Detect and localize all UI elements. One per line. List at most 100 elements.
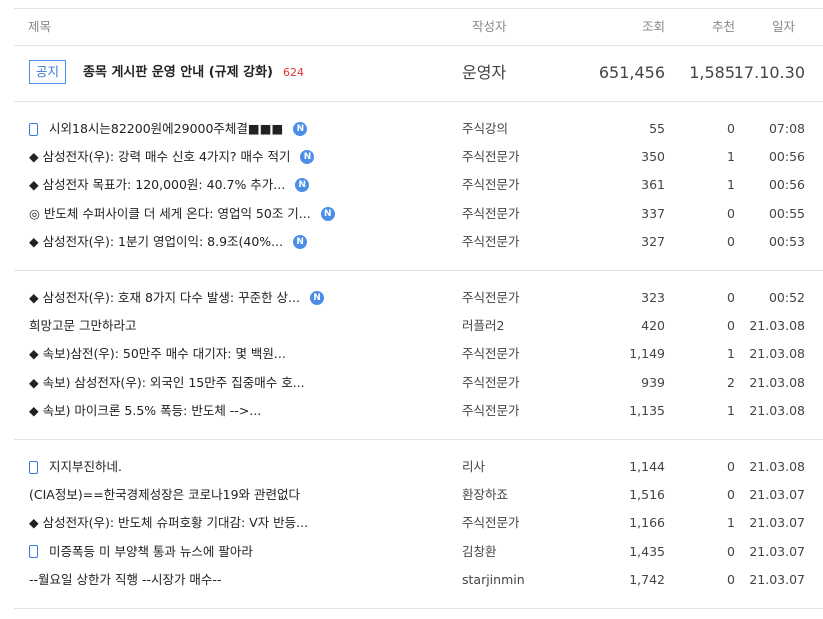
post-date: 00:55: [768, 205, 805, 221]
post-title: --월요일 상한가 직행 --시장가 매수--: [29, 571, 222, 587]
post-author[interactable]: 주식전문가: [462, 340, 520, 368]
post-recommend: 0: [727, 290, 735, 305]
post-date: 21.03.07: [749, 571, 805, 587]
post-recommend: 1: [727, 149, 735, 165]
post-author[interactable]: 주식전문가: [462, 509, 520, 537]
table-row[interactable]: --월요일 상한가 직행 --시장가 매수-- starjinmin 1,742 0 2…: [14, 566, 823, 594]
post-date: 21.03.08: [749, 346, 805, 362]
post-title-link[interactable]: (CIA정보)==한국경제성장은 코로나19와 관련없다: [29, 481, 300, 509]
post-title: ◆ 속보) 마이크론 5.5% 폭등: 반도체 -->...: [29, 402, 262, 418]
post-title-link[interactable]: ◆ 속보) 마이크론 5.5% 폭등: 반도체 -->...: [29, 397, 261, 425]
group-divider: [14, 270, 823, 271]
notice-row[interactable]: 공지 종목 게시판 운영 안내 (규제 강화) 624 운영자 651,456 1…: [14, 58, 823, 88]
table-row[interactable]: ◆ 삼성전자 목표가: 120,000원: 40.7% 추가... N 주식전문가 3…: [14, 171, 823, 199]
post-title-link[interactable]: ◆ 속보) 삼성전자(우): 외국인 15만주 집중매수 호...: [29, 369, 305, 397]
post-views: 1,135: [629, 402, 665, 418]
post-views: 1,166: [629, 515, 665, 531]
post-date: 07:08: [768, 121, 805, 136]
post-date: 21.03.08: [749, 459, 805, 474]
post-title-link[interactable]: --월요일 상한가 직행 --시장가 매수--: [29, 566, 221, 594]
table-row[interactable]: ◆ 속보)삼전(우): 50만주 매수 대기자: 몇 백원... 주식전문가 1,1…: [14, 340, 823, 368]
post-title-link[interactable]: ◆ 삼성전자(우): 강력 매수 신호 4가지? 매수 적기 N: [29, 143, 315, 171]
post-author[interactable]: 주식전문가: [462, 200, 520, 228]
post-author[interactable]: 환장하죠: [462, 481, 508, 509]
notice-views: 651,456: [598, 63, 665, 82]
notice-author[interactable]: 운영자: [462, 58, 506, 88]
post-title: ◆ 삼성전자(우): 강력 매수 신호 4가지? 매수 적기: [29, 149, 291, 165]
post-title-link[interactable]: 희망고문 그만하라고: [29, 312, 136, 340]
post-title-link[interactable]: ◎ 반도체 수퍼사이클 더 세게 온다: 영업익 50조 기... N: [29, 200, 335, 228]
post-author[interactable]: starjinmin: [462, 566, 525, 594]
post-title: ◆ 삼성전자(우): 호재 8가지 다수 발생: 꾸준한 상...: [29, 290, 300, 305]
post-title: ◎ 반도체 수퍼사이클 더 세게 온다: 영업익 50조 기...: [29, 205, 311, 221]
post-author[interactable]: 주식전문가: [462, 284, 520, 312]
post-views: 55: [649, 121, 665, 136]
table-row[interactable]: ◎ 반도체 수퍼사이클 더 세게 온다: 영업익 50조 기... N 주식전문가 3…: [14, 200, 823, 228]
post-author[interactable]: 리사: [462, 453, 485, 481]
post-title: ◆ 속보) 삼성전자(우): 외국인 15만주 집중매수 호...: [29, 374, 305, 390]
post-title: 지지부진하네.: [49, 459, 122, 474]
post-recommend: 1: [727, 346, 735, 362]
new-badge-icon: N: [309, 291, 324, 305]
table-row[interactable]: (CIA정보)==한국경제성장은 코로나19와 관련없다 환장하죠 1,516 0 21…: [14, 481, 823, 509]
notice-badge: 공지: [29, 60, 67, 84]
post-title-link[interactable]: ◆ 삼성전자(우): 1분기 영업이익: 8.9조(40%... N: [29, 228, 308, 256]
post-recommend: 0: [727, 543, 735, 559]
notice-title-link[interactable]: 종목 게시판 운영 안내 (규제 강화) 624: [83, 58, 304, 88]
table-row[interactable]: 지지부진하네. 리사 1,144 0 21.03.08: [14, 453, 823, 481]
post-recommend: 1: [727, 515, 735, 531]
header-author: 작성자: [472, 19, 507, 34]
new-badge-icon: N: [320, 206, 335, 221]
post-recommend: 0: [727, 487, 735, 503]
post-date: 00:56: [768, 149, 805, 165]
post-views: 420: [641, 318, 665, 334]
table-row[interactable]: ◆ 삼성전자(우): 강력 매수 신호 4가지? 매수 적기 N 주식전문가 350 1…: [14, 143, 823, 171]
post-title-link[interactable]: ◆ 속보)삼전(우): 50만주 매수 대기자: 몇 백원...: [29, 340, 286, 368]
table-row[interactable]: ◆ 삼성전자(우): 호재 8가지 다수 발생: 꾸준한 상... N 주식전문가 3…: [14, 284, 823, 312]
post-author[interactable]: 러플러2: [462, 312, 504, 340]
post-date: 00:56: [768, 177, 805, 193]
post-title-link[interactable]: 지지부진하네.: [29, 453, 122, 481]
post-author[interactable]: 주식전문가: [462, 369, 520, 397]
post-author[interactable]: 주식전문가: [462, 171, 520, 199]
post-title-link[interactable]: ◆ 삼성전자 목표가: 120,000원: 40.7% 추가... N: [29, 171, 310, 199]
post-date: 21.03.07: [749, 515, 805, 531]
post-recommend: 1: [727, 402, 735, 418]
post-author[interactable]: 주식전문가: [462, 143, 520, 171]
post-views: 1,435: [629, 543, 665, 559]
table-row[interactable]: ◆ 속보) 마이크론 5.5% 폭등: 반도체 -->... 주식전문가 1,135…: [14, 397, 823, 425]
table-row[interactable]: 미증폭등 미 부양책 통과 뉴스에 팔아라 김창환 1,435 0 21.03.07: [14, 538, 823, 566]
new-badge-icon: N: [295, 178, 310, 193]
post-title-link[interactable]: 미증폭등 미 부양책 통과 뉴스에 팔아라: [29, 538, 253, 566]
table-row[interactable]: 희망고문 그만하라고 러플러2 420 0 21.03.08: [14, 312, 823, 340]
table-row[interactable]: ◆ 속보) 삼성전자(우): 외국인 15만주 집중매수 호... 주식전문가 93…: [14, 369, 823, 397]
table-row[interactable]: ◆ 삼성전자(우): 1분기 영업이익: 8.9조(40%... N 주식전문가 32…: [14, 228, 823, 256]
notice-date: 17.10.30: [733, 63, 805, 82]
header-recommend: 추천: [711, 19, 735, 34]
post-views: 1,742: [629, 571, 665, 587]
post-author[interactable]: 김창환: [462, 538, 497, 566]
table-row[interactable]: 시외18시는82200원에29000주체결■■■ N 주식강의 55 0 07:08: [14, 115, 823, 143]
new-badge-icon: N: [293, 234, 308, 249]
mobile-icon: [29, 460, 38, 474]
post-title: 시외18시는82200원에29000주체결■■■: [49, 121, 284, 136]
new-badge-icon: N: [300, 150, 315, 165]
header-date: 일자: [771, 19, 795, 34]
table-row[interactable]: ◆ 삼성전자(우): 반도체 슈퍼호황 기대감: V자 반등... 주식전문가 1,…: [14, 509, 823, 537]
comment-count[interactable]: 624: [283, 66, 304, 79]
post-recommend: 0: [727, 121, 735, 136]
post-views: 327: [641, 233, 665, 249]
post-title-link[interactable]: ◆ 삼성전자(우): 호재 8가지 다수 발생: 꾸준한 상... N: [29, 284, 324, 312]
post-title-link[interactable]: ◆ 삼성전자(우): 반도체 슈퍼호황 기대감: V자 반등...: [29, 509, 308, 537]
post-author[interactable]: 주식전문가: [462, 397, 520, 425]
header-title: 제목: [28, 19, 52, 34]
post-author[interactable]: 주식강의: [462, 115, 508, 143]
header-views: 조회: [641, 19, 665, 34]
post-date: 21.03.08: [749, 318, 805, 334]
post-title-link[interactable]: 시외18시는82200원에29000주체결■■■ N: [29, 115, 308, 143]
post-title: ◆ 속보)삼전(우): 50만주 매수 대기자: 몇 백원...: [29, 346, 286, 362]
post-author[interactable]: 주식전문가: [462, 228, 520, 256]
post-recommend: 0: [727, 459, 735, 474]
post-date: 21.03.08: [749, 402, 805, 418]
post-views: 361: [641, 177, 665, 193]
